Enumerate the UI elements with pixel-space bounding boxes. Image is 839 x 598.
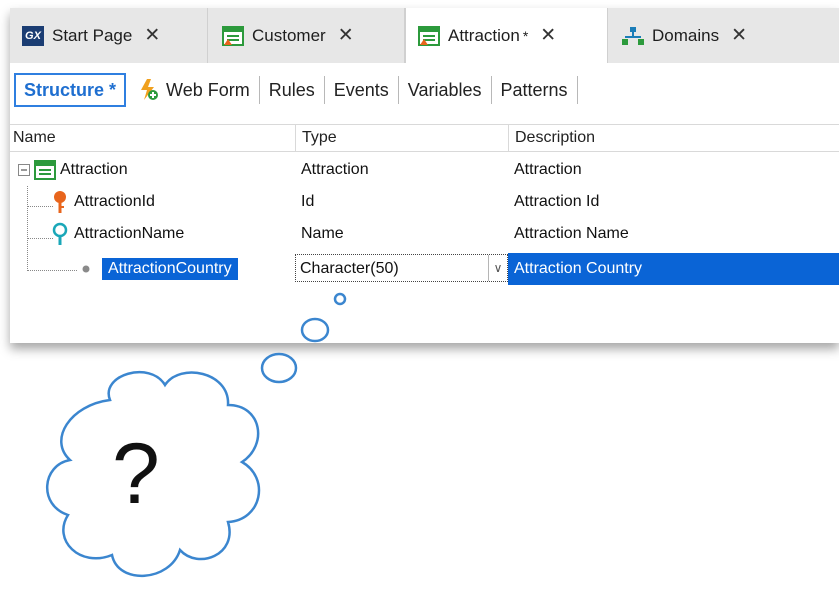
thought-bubble-dot-medium [300, 317, 330, 343]
thought-bubble-dot-large [260, 352, 298, 384]
question-mark: ? [112, 426, 160, 522]
thought-bubble-dot-small [333, 292, 347, 306]
